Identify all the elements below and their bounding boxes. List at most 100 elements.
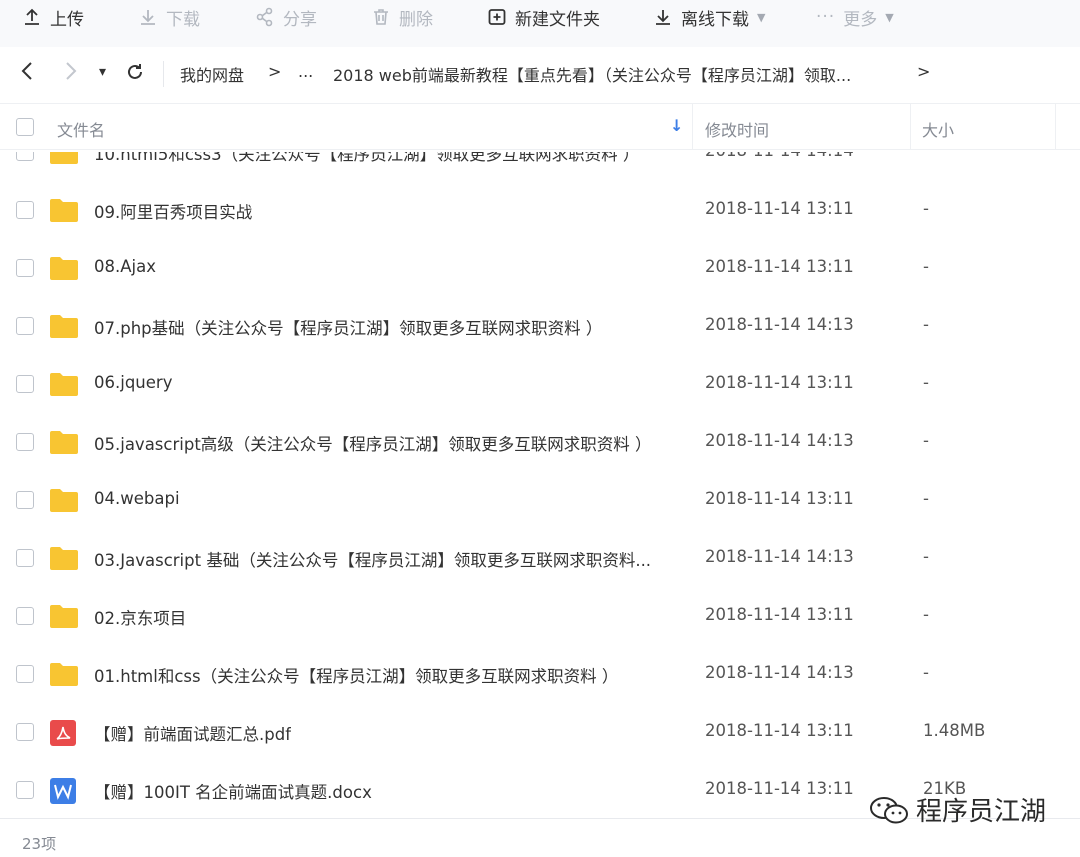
- download-button[interactable]: 下载: [138, 0, 200, 34]
- file-type-icon: [49, 661, 79, 691]
- file-row[interactable]: 10.html5和css3（关注公众号【程序员江湖】领取更多互联网求职资料 ） 2…: [0, 152, 1080, 181]
- new-folder-button[interactable]: 新建文件夹: [487, 0, 600, 34]
- file-type-icon: [49, 429, 79, 459]
- file-size: 1.48MB: [923, 721, 986, 740]
- word-doc-icon: [50, 778, 76, 804]
- file-modified-date: 2018-11-14 13:11: [705, 373, 854, 392]
- file-row[interactable]: 05.javascript高级（关注公众号【程序员江湖】领取更多互联网求职资料 …: [0, 413, 1080, 471]
- file-name[interactable]: 10.html5和css3（关注公众号【程序员江湖】领取更多互联网求职资料 ）: [94, 152, 639, 165]
- row-checkbox[interactable]: [16, 665, 34, 683]
- row-checkbox[interactable]: [16, 201, 34, 219]
- file-name[interactable]: 06.jquery: [94, 373, 172, 392]
- file-size: -: [923, 199, 929, 218]
- item-count: 23项: [22, 835, 57, 853]
- refresh-icon: [128, 64, 142, 79]
- back-button[interactable]: [20, 60, 34, 87]
- new-folder-icon: [488, 9, 506, 25]
- file-name[interactable]: 03.Javascript 基础（关注公众号【程序员江湖】领取更多互联网求职资料…: [94, 547, 651, 571]
- row-checkbox[interactable]: [16, 723, 34, 741]
- file-size: -: [923, 663, 929, 682]
- row-checkbox[interactable]: [16, 433, 34, 451]
- file-size: -: [923, 152, 929, 160]
- folder-icon: [50, 152, 78, 164]
- row-checkbox[interactable]: [16, 781, 34, 799]
- file-name[interactable]: 01.html和css（关注公众号【程序员江湖】领取更多互联网求职资料 ）: [94, 663, 618, 687]
- file-name[interactable]: 08.Ajax: [94, 257, 156, 276]
- row-checkbox[interactable]: [16, 317, 34, 335]
- row-checkbox[interactable]: [16, 607, 34, 625]
- file-row[interactable]: 09.阿里百秀项目实战 2018-11-14 13:11 -: [0, 181, 1080, 239]
- file-row[interactable]: 06.jquery 2018-11-14 13:11 -: [0, 355, 1080, 413]
- breadcrumb-root[interactable]: 我的网盘: [180, 62, 244, 86]
- file-row[interactable]: 08.Ajax 2018-11-14 13:11 -: [0, 239, 1080, 297]
- file-row[interactable]: 【赠】前端面试题汇总.pdf 2018-11-14 13:11 1.48MB: [0, 703, 1080, 761]
- more-button[interactable]: ··· 更多 ▼: [816, 0, 894, 34]
- sort-arrow-icon[interactable]: ↓: [670, 116, 683, 135]
- file-modified-date: 2018-11-14 13:11: [705, 257, 854, 276]
- share-button[interactable]: 分享: [255, 0, 317, 34]
- column-modified[interactable]: 修改时间: [705, 117, 769, 141]
- file-modified-date: 2018-11-14 14:13: [705, 663, 854, 682]
- file-row[interactable]: 04.webapi 2018-11-14 13:11 -: [0, 471, 1080, 529]
- column-filename[interactable]: 文件名: [57, 117, 105, 141]
- file-row[interactable]: 02.京东项目 2018-11-14 13:11 -: [0, 587, 1080, 645]
- pdf-icon: [50, 720, 76, 746]
- file-name[interactable]: 05.javascript高级（关注公众号【程序员江湖】领取更多互联网求职资料 …: [94, 431, 652, 455]
- file-row[interactable]: 07.php基础（关注公众号【程序员江湖】领取更多互联网求职资料 ） 2018-1…: [0, 297, 1080, 355]
- row-checkbox[interactable]: [16, 152, 34, 161]
- column-divider[interactable]: [910, 104, 911, 150]
- offline-download-dropdown-icon[interactable]: ▼: [757, 11, 765, 24]
- file-size: -: [923, 373, 929, 392]
- history-dropdown-icon[interactable]: ▾: [99, 64, 106, 80]
- more-label: 更多: [843, 9, 878, 30]
- chevron-left-icon: [21, 62, 32, 80]
- share-label: 分享: [283, 9, 317, 30]
- forward-button[interactable]: [64, 60, 78, 87]
- row-checkbox[interactable]: [16, 549, 34, 567]
- refresh-button[interactable]: [125, 62, 145, 87]
- file-type-icon: [49, 487, 79, 517]
- file-type-icon: [49, 603, 79, 633]
- share-icon: [256, 7, 273, 27]
- file-name[interactable]: 09.阿里百秀项目实战: [94, 199, 252, 223]
- select-all-checkbox[interactable]: [16, 118, 34, 136]
- folder-icon: [50, 663, 78, 686]
- column-header: 文件名 ↓ 修改时间 大小: [0, 104, 1080, 150]
- row-checkbox[interactable]: [16, 491, 34, 509]
- upload-icon: [25, 8, 39, 25]
- row-checkbox[interactable]: [16, 375, 34, 393]
- column-divider[interactable]: [1055, 104, 1056, 150]
- offline-download-button[interactable]: 离线下载 ▼: [653, 0, 765, 34]
- file-modified-date: 2018-11-14 14:13: [705, 547, 854, 566]
- file-row[interactable]: 03.Javascript 基础（关注公众号【程序员江湖】领取更多互联网求职资料…: [0, 529, 1080, 587]
- column-size[interactable]: 大小: [922, 117, 954, 141]
- wechat-icon: [869, 796, 908, 823]
- breadcrumb-ellipsis[interactable]: ...: [298, 62, 313, 81]
- row-checkbox[interactable]: [16, 259, 34, 277]
- file-modified-date: 2018-11-14 14:13: [705, 431, 854, 450]
- column-divider[interactable]: [692, 104, 693, 150]
- folder-icon: [50, 315, 78, 338]
- file-modified-date: 2018-11-14 13:11: [705, 605, 854, 624]
- chevron-right-icon: [66, 62, 77, 80]
- file-modified-date: 2018-11-14 14:14: [705, 152, 854, 160]
- file-modified-date: 2018-11-14 14:13: [705, 315, 854, 334]
- file-type-icon: [49, 777, 77, 809]
- breadcrumb-current[interactable]: 2018 web前端最新教程【重点先看】（关注公众号【程序员江湖】领取...: [333, 62, 851, 86]
- file-name[interactable]: 02.京东项目: [94, 605, 186, 629]
- file-modified-date: 2018-11-14 13:11: [705, 199, 854, 218]
- upload-button[interactable]: 上传: [22, 0, 84, 34]
- file-row[interactable]: 01.html和css（关注公众号【程序员江湖】领取更多互联网求职资料 ） 201…: [0, 645, 1080, 703]
- watermark: 程序员江湖: [868, 791, 1046, 828]
- file-type-icon: [49, 255, 79, 285]
- folder-icon: [50, 257, 78, 280]
- file-name[interactable]: 【赠】前端面试题汇总.pdf: [94, 721, 291, 745]
- file-list: 10.html5和css3（关注公众号【程序员江湖】领取更多互联网求职资料 ） 2…: [0, 152, 1080, 818]
- file-name[interactable]: 04.webapi: [94, 489, 180, 508]
- file-type-icon: [49, 371, 79, 401]
- file-size: -: [923, 489, 929, 508]
- file-name[interactable]: 【赠】100IT 名企前端面试真题.docx: [94, 779, 372, 803]
- delete-button[interactable]: 删除: [371, 0, 433, 34]
- more-dropdown-icon[interactable]: ▼: [885, 11, 893, 24]
- file-name[interactable]: 07.php基础（关注公众号【程序员江湖】领取更多互联网求职资料 ）: [94, 315, 602, 339]
